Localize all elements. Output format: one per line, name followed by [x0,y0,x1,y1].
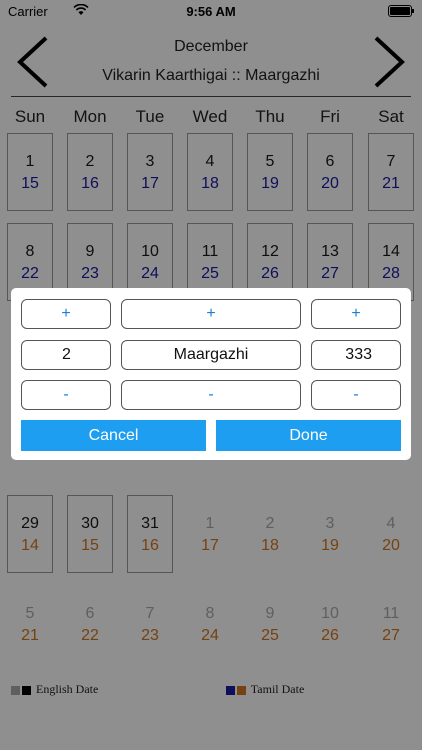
day-value-field[interactable]: 2 [21,340,111,370]
day-increment-button[interactable]: + [21,299,111,329]
month-increment-button[interactable]: + [121,299,301,329]
year-value: 333 [345,346,372,363]
cancel-button[interactable]: Cancel [21,420,206,451]
year-decrement-button[interactable]: - [311,380,401,410]
day-decrement-button[interactable]: - [21,380,111,410]
year-value-field[interactable]: 333 [311,340,401,370]
month-value-field[interactable]: Maargazhi [121,340,301,370]
done-button[interactable]: Done [216,420,401,451]
date-picker-dialog: + + + 2 Maargazhi 333 - - - Cancel Done [11,288,411,460]
year-increment-button[interactable]: + [311,299,401,329]
month-decrement-button[interactable]: - [121,380,301,410]
day-value: 2 [62,346,71,363]
